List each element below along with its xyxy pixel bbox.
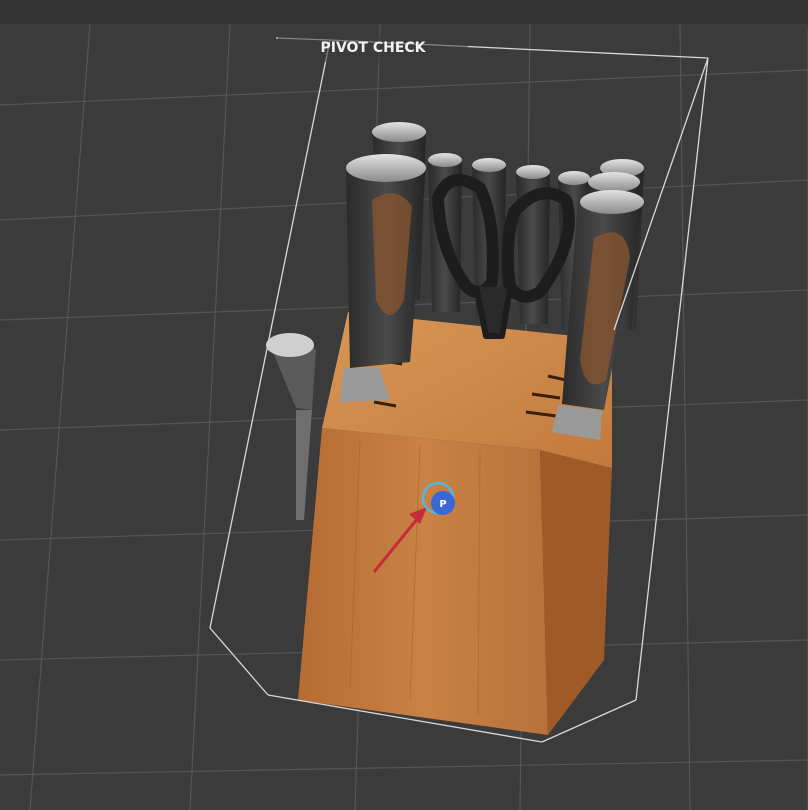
3d-viewport[interactable]: P PIVOT CHECK: [0, 0, 808, 810]
pivot-label: P: [439, 499, 446, 510]
sharpening-steel[interactable]: [266, 333, 316, 520]
viewport-title: PIVOT CHECK: [278, 34, 468, 62]
scene-canvas: P: [0, 23, 808, 810]
